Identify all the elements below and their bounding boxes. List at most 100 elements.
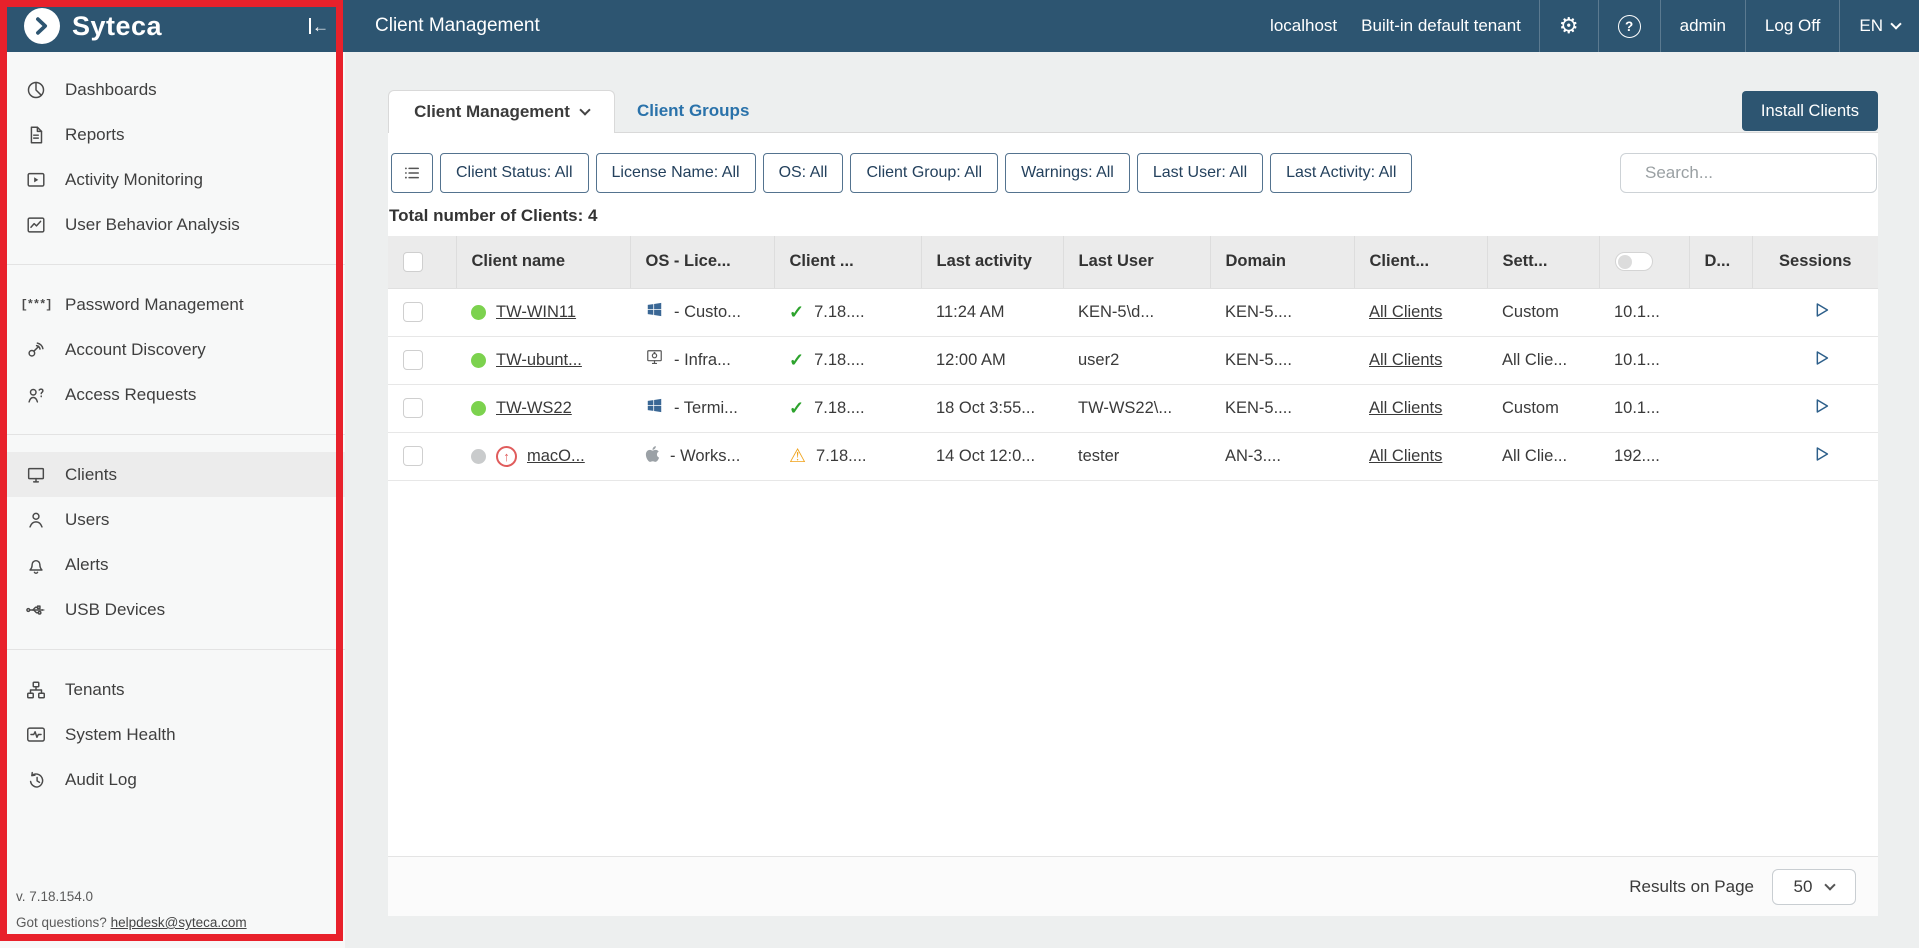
row-checkbox[interactable] [403, 398, 423, 418]
page-title: Client Management [375, 0, 540, 52]
sidebar-item-users[interactable]: Users [0, 497, 345, 542]
sidebar-collapse-button[interactable]: ← [309, 18, 329, 35]
row-checkbox[interactable] [403, 446, 423, 466]
clients-panel: Client Status: All License Name: All OS:… [388, 132, 1878, 916]
user-name: admin [1680, 16, 1726, 36]
tab-label: Client Management [414, 102, 570, 122]
sidebar-item-activity-monitoring[interactable]: Activity Monitoring [0, 157, 345, 202]
filter-warnings[interactable]: Warnings: All [1005, 153, 1130, 193]
client-version: 7.18.... [814, 399, 864, 418]
sidebar-item-tenants[interactable]: Tenants [0, 667, 345, 712]
logoff-button[interactable]: Log Off [1745, 0, 1839, 52]
settings-button[interactable]: ⚙ [1539, 0, 1598, 52]
status-online-icon [471, 305, 486, 320]
sidebar-item-alerts[interactable]: Alerts [0, 542, 345, 587]
chevron-down-icon [1825, 879, 1836, 890]
sidebar-item-account-discovery[interactable]: Account Discovery [0, 327, 345, 372]
sidebar-item-usb-devices[interactable]: USB Devices [0, 587, 345, 632]
check-icon: ✓ [789, 350, 804, 371]
sidebar-item-reports[interactable]: Reports [0, 112, 345, 157]
client-name-link[interactable]: TW-ubunt... [496, 351, 582, 370]
client-name-link[interactable]: TW-WIN11 [496, 303, 576, 322]
row-checkbox[interactable] [403, 302, 423, 322]
header-client-name[interactable]: Client name [456, 236, 630, 288]
apple-icon [645, 445, 660, 468]
total-clients-label: Total number of Clients: 4 [389, 206, 1878, 226]
sidebar-item-password-management[interactable]: [***] Password Management [0, 282, 345, 327]
tab-label: Client Groups [637, 101, 749, 121]
sidebar-item-dashboards[interactable]: Dashboards [0, 67, 345, 112]
update-available-icon: ↑ [496, 446, 517, 467]
check-icon: ✓ [789, 398, 804, 419]
header-client-version[interactable]: Client ... [774, 236, 921, 288]
sidebar-item-audit-log[interactable]: Audit Log [0, 757, 345, 802]
select-all-checkbox[interactable] [403, 252, 423, 272]
header-last-user[interactable]: Last User [1063, 236, 1210, 288]
sidebar-item-system-health[interactable]: System Health [0, 712, 345, 757]
table-row: ↑macO... - Works... ⚠7.18.... 14 Oct 12:… [388, 432, 1878, 480]
last-user-cell: user2 [1063, 336, 1210, 384]
row-checkbox[interactable] [403, 350, 423, 370]
client-version: 7.18.... [816, 447, 866, 466]
pagination-footer: Results on Page 50 [388, 856, 1878, 916]
sidebar: Syteca ← Dashboards Reports Activity Mon… [0, 0, 345, 948]
play-sessions-button[interactable] [1810, 443, 1832, 465]
tab-client-groups[interactable]: Client Groups [637, 90, 749, 132]
topbar: Client Management localhost Built-in def… [345, 0, 1919, 52]
header-last-activity[interactable]: Last activity [921, 236, 1063, 288]
search-input[interactable] [1643, 162, 1868, 184]
settings-cell: All Clie... [1487, 336, 1599, 384]
last-user-cell: KEN-5\d... [1063, 288, 1210, 336]
help-button[interactable]: ? [1598, 0, 1660, 52]
search-box [1620, 153, 1877, 193]
header-os-license[interactable]: OS - Lice... [630, 236, 774, 288]
warning-icon: ⚠ [789, 445, 806, 468]
client-name-link[interactable]: TW-WS22 [496, 399, 572, 418]
header-settings[interactable]: Sett... [1487, 236, 1599, 288]
sidebar-item-label: System Health [65, 725, 176, 745]
header-sessions[interactable]: Sessions [1752, 236, 1878, 288]
clients-table: Client name OS - Lice... Client ... Last… [388, 236, 1878, 481]
last-user-cell: TW-WS22\... [1063, 384, 1210, 432]
play-sessions-button[interactable] [1810, 395, 1832, 417]
sidebar-item-user-behavior-analysis[interactable]: User Behavior Analysis [0, 202, 345, 247]
last-user-cell: tester [1063, 432, 1210, 480]
filter-os[interactable]: OS: All [763, 153, 844, 193]
play-sessions-button[interactable] [1810, 299, 1832, 321]
client-group-link[interactable]: All Clients [1369, 399, 1442, 417]
client-group-link[interactable]: All Clients [1369, 351, 1442, 369]
client-group-link[interactable]: All Clients [1369, 303, 1442, 321]
filter-last-activity[interactable]: Last Activity: All [1270, 153, 1412, 193]
windows-icon [645, 396, 664, 420]
main-content: Client Management Client Groups Install … [345, 52, 1919, 948]
install-clients-button[interactable]: Install Clients [1742, 91, 1878, 131]
client-group-link[interactable]: All Clients [1369, 447, 1442, 465]
header-client-group[interactable]: Client... [1354, 236, 1487, 288]
client-name-link[interactable]: macO... [527, 447, 585, 466]
sidebar-item-label: Activity Monitoring [65, 170, 203, 190]
filter-last-user[interactable]: Last User: All [1137, 153, 1263, 193]
ip-toggle[interactable] [1615, 252, 1653, 271]
tab-client-management[interactable]: Client Management [388, 90, 615, 133]
filter-client-group[interactable]: Client Group: All [850, 153, 998, 193]
filter-client-status[interactable]: Client Status: All [440, 153, 589, 193]
results-per-page-select[interactable]: 50 [1772, 869, 1856, 905]
logo-text: Syteca [72, 11, 162, 42]
settings-cell: Custom [1487, 288, 1599, 336]
status-offline-icon [471, 449, 486, 464]
header-d[interactable]: D... [1689, 236, 1752, 288]
ip-cell: 10.1... [1599, 384, 1689, 432]
language-select[interactable]: EN [1839, 0, 1919, 52]
sidebar-item-clients[interactable]: Clients [0, 452, 345, 497]
sidebar-item-label: Reports [65, 125, 125, 145]
client-version: 7.18.... [814, 303, 864, 322]
helpdesk-link[interactable]: helpdesk@syteca.com [111, 915, 247, 930]
sidebar-item-access-requests[interactable]: Access Requests [0, 372, 345, 417]
filter-license-name[interactable]: License Name: All [596, 153, 756, 193]
password-icon: [***] [24, 298, 48, 312]
play-sessions-button[interactable] [1810, 347, 1832, 369]
header-domain[interactable]: Domain [1210, 236, 1354, 288]
license-text: - Custo... [674, 303, 741, 322]
user-menu[interactable]: admin [1660, 0, 1745, 52]
column-settings-button[interactable] [391, 153, 433, 193]
